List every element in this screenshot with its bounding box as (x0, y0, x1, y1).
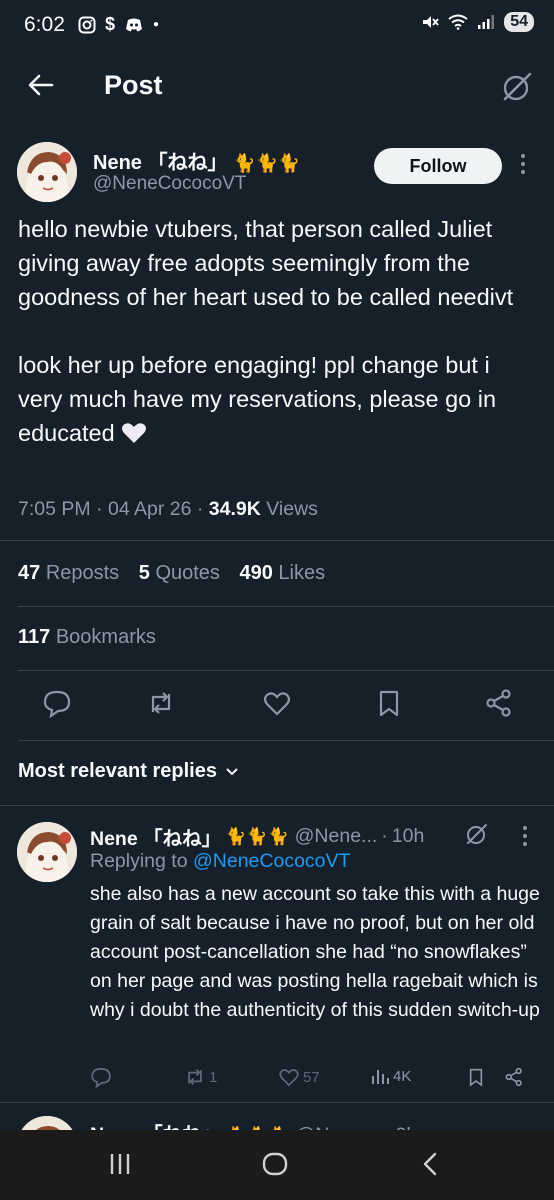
discord-icon (126, 18, 143, 31)
replying-to-label: Replying to (90, 850, 188, 872)
follow-button[interactable]: Follow (374, 148, 502, 184)
post-time: 7:05 PM (18, 498, 91, 520)
bookmarks-stat[interactable]: 117 Bookmarks (18, 626, 156, 649)
reply-actions: 1 57 4K (90, 1066, 540, 1090)
likes-stat[interactable]: 490 Likes (239, 562, 325, 584)
like-icon (279, 1069, 299, 1087)
page-title: Post (104, 70, 163, 100)
author-avatar[interactable] (17, 142, 77, 202)
engagement-stats: 47 Reposts 5 Quotes 490 Likes (18, 562, 339, 585)
reply-icon (91, 1068, 111, 1088)
bookmark-icon[interactable] (374, 688, 404, 718)
views-count: 34.9K (208, 498, 261, 520)
system-navigation-bar (0, 1130, 554, 1200)
battery-icon: 54 (504, 12, 534, 32)
reply-more-options-icon[interactable] (522, 826, 528, 850)
divider (18, 670, 554, 671)
home-icon[interactable] (262, 1152, 288, 1176)
bookmark-icon (469, 1068, 483, 1087)
repost-icon[interactable] (146, 688, 176, 718)
like-icon[interactable] (262, 688, 292, 718)
author-name-text: Nene 「ねね」 (93, 152, 228, 174)
reply-time: 10h (391, 825, 425, 847)
top-app-bar: Post (0, 60, 554, 116)
views-label: Views (266, 498, 318, 520)
chevron-down-icon (226, 767, 238, 775)
replying-to-handle[interactable]: @NeneCococoVT (193, 850, 350, 872)
reply-repost-button[interactable]: 1 (184, 1066, 217, 1088)
dollar-icon: $ (105, 14, 116, 34)
divider (0, 1102, 554, 1103)
reply-bookmark-button[interactable] (466, 1066, 486, 1088)
notification-icons: $ ● (78, 14, 159, 35)
repost-icon (188, 1069, 202, 1085)
reply-text: she also has a new account so take this … (90, 883, 540, 1021)
white-heart-icon (122, 423, 147, 443)
recent-apps-icon[interactable] (108, 1152, 132, 1176)
post-paragraph-1: hello newbie vtubers, that person called… (18, 216, 514, 310)
share-icon (505, 1067, 522, 1087)
reply-reply-button[interactable] (90, 1066, 112, 1088)
author-cat-emoji: 🐈🐈🐈 (233, 153, 301, 173)
reply-views-button[interactable]: 4K (370, 1066, 411, 1086)
status-time: 6:02 (24, 13, 65, 36)
reply-header: Nene 「ねね」 🐈🐈🐈 @Nene... · 10h (90, 822, 424, 851)
wifi-icon (448, 14, 468, 30)
post-text: hello newbie vtubers, that person called… (18, 212, 538, 450)
divider (0, 805, 554, 806)
views-chart-icon (372, 1070, 389, 1084)
share-icon[interactable] (484, 688, 514, 718)
grok-icon[interactable] (500, 70, 534, 104)
replies-sort-label: Most relevant replies (18, 760, 217, 782)
instagram-icon (78, 16, 96, 33)
divider (0, 540, 554, 541)
divider (18, 740, 554, 741)
post-paragraph-2-text: look her up before engaging! ppl change … (18, 352, 497, 446)
replies-sort-dropdown[interactable]: Most relevant replies (18, 760, 239, 783)
mute-icon (423, 16, 439, 28)
reply-author-handle[interactable]: @Nene... (295, 825, 378, 848)
post-actions (0, 688, 554, 722)
author-handle[interactable]: @NeneCococoVT (93, 173, 246, 195)
reply-icon[interactable] (42, 688, 72, 718)
post-metadata: 7:05 PM · 04 Apr 26 · 34.9K Views (18, 498, 318, 520)
quotes-stat[interactable]: 5 Quotes (139, 562, 220, 584)
divider (18, 606, 554, 607)
signal-icon (478, 15, 495, 29)
author-name[interactable]: Nene 「ねね」 🐈🐈🐈 (93, 146, 300, 175)
nav-back-icon[interactable] (420, 1152, 440, 1176)
dot-icon: ● (153, 19, 160, 30)
grok-icon[interactable] (465, 822, 489, 846)
reply-views-count: 4K (393, 1067, 412, 1085)
back-arrow-icon[interactable] (26, 70, 56, 100)
replying-to: Replying to @NeneCococoVT (90, 850, 350, 873)
reply-author-cat-emoji: 🐈🐈🐈 (225, 826, 289, 846)
reply-like-count: 57 (303, 1068, 320, 1086)
system-icons: 54 (421, 12, 534, 32)
reply-author-avatar[interactable] (17, 822, 77, 882)
reply-repost-count: 1 (209, 1068, 218, 1086)
status-bar: 6:02 $ ● 54 (0, 0, 554, 52)
reply-like-button[interactable]: 57 (278, 1066, 320, 1088)
post-paragraph-2: look her up before engaging! ppl change … (18, 348, 538, 450)
post-date: 04 Apr 26 (107, 498, 192, 520)
reply-share-button[interactable] (504, 1066, 524, 1088)
more-options-icon[interactable] (520, 154, 526, 178)
reposts-stat[interactable]: 47 Reposts (18, 562, 119, 584)
reply-author-name[interactable]: Nene 「ねね」 (90, 822, 221, 851)
